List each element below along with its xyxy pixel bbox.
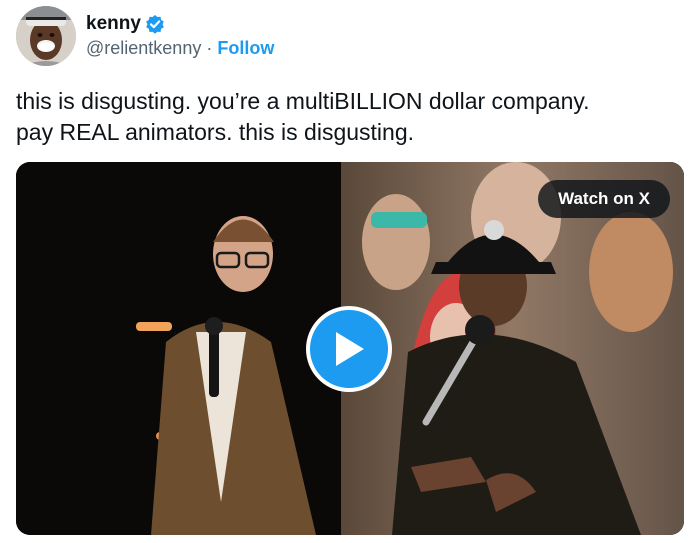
tweet-text: this is disgusting. you’re a multiBILLIO…: [16, 88, 590, 145]
follow-button[interactable]: Follow: [217, 38, 274, 59]
separator-dot: ·: [206, 38, 213, 58]
author-handle[interactable]: @relientkenny: [86, 38, 201, 59]
tweet-header: kenny @relientkenny · Follow: [16, 6, 274, 66]
watch-on-x-button[interactable]: Watch on X: [538, 180, 670, 218]
avatar[interactable]: [16, 6, 76, 66]
play-icon: [336, 332, 364, 366]
verified-badge-icon: [145, 14, 165, 34]
person-avatar-icon: [16, 6, 76, 66]
author-name[interactable]: kenny: [86, 13, 141, 35]
video-player[interactable]: Watch on X: [16, 162, 684, 535]
play-button[interactable]: [306, 306, 392, 392]
